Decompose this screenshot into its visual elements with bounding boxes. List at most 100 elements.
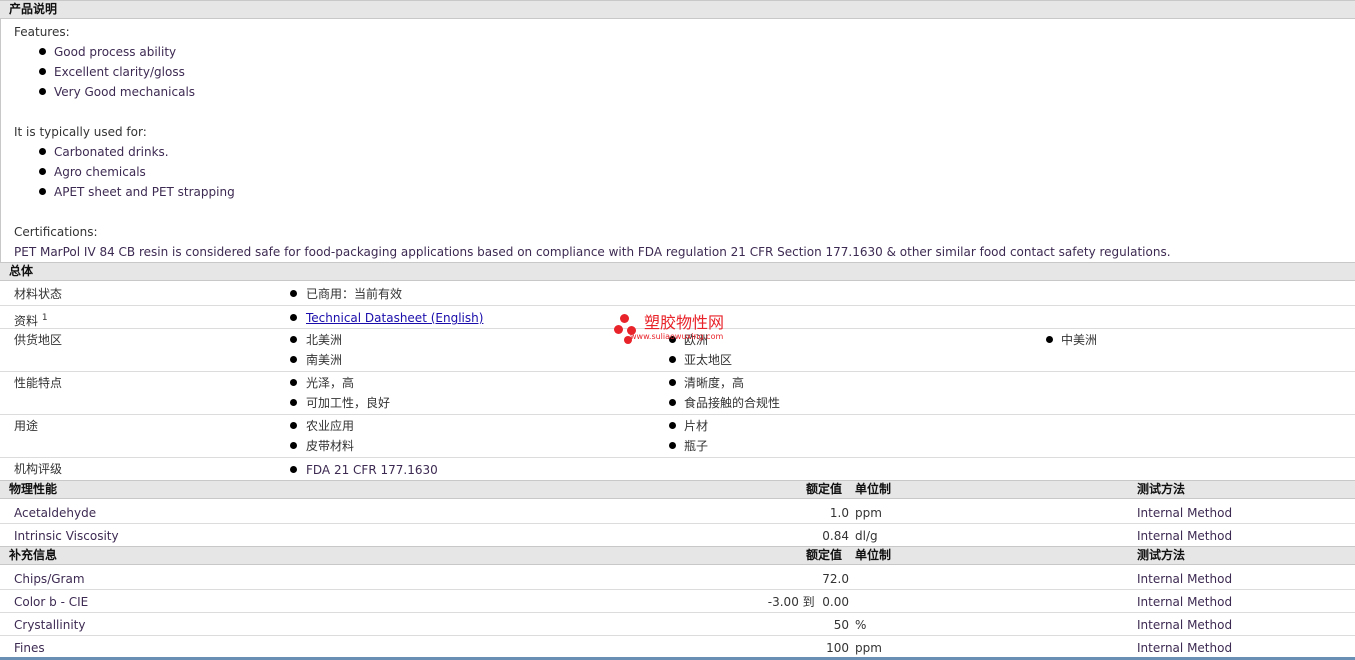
bullet-icon: [39, 148, 46, 155]
bullet-icon: [290, 290, 297, 297]
section-title: 产品说明: [9, 2, 58, 16]
col-unit: 单位制: [855, 548, 892, 562]
region-item: 亚太地区: [684, 353, 733, 367]
material-status-value: 已商用：当前有效: [306, 287, 403, 301]
technical-datasheet-link[interactable]: Technical Datasheet (English): [306, 310, 483, 326]
bullet-icon: [669, 442, 676, 449]
bullet-icon: [1046, 336, 1053, 343]
bullet-icon: [39, 48, 46, 55]
property-method: Internal Method: [1137, 595, 1233, 609]
property-value: -3.00 到 0.00: [767, 595, 849, 609]
region-item: 南美洲: [306, 353, 343, 367]
region-item: 北美洲: [306, 333, 343, 347]
bullet-icon: [669, 399, 676, 406]
property-name: Chips/Gram: [14, 572, 85, 586]
col-unit: 单位制: [855, 482, 892, 496]
bullet-icon: [39, 88, 46, 95]
row-label-features: 性能特点: [14, 376, 63, 390]
bullet-icon: [290, 356, 297, 363]
bullet-icon: [290, 442, 297, 449]
property-value: 0.84: [822, 529, 849, 543]
bullet-icon: [290, 379, 297, 386]
col-method: 测试方法: [1137, 548, 1186, 562]
property-unit: ppm: [855, 506, 882, 520]
col-nominal: 额定值: [806, 482, 843, 496]
bullet-icon: [290, 466, 297, 473]
bullet-icon: [669, 379, 676, 386]
agency-value: FDA 21 CFR 177.1630: [306, 463, 438, 477]
use-item: Carbonated drinks.: [54, 145, 169, 159]
section-title: 补充信息: [9, 548, 58, 562]
property-name: Intrinsic Viscosity: [14, 529, 119, 543]
use-item: Agro chemicals: [54, 165, 146, 179]
row-divider: [0, 457, 1355, 458]
use-value: 片材: [684, 419, 709, 433]
section-header-additional: 补充信息 额定值 单位制 测试方法: [0, 546, 1355, 565]
section-title: 总体: [9, 264, 34, 278]
feature-item: Excellent clarity/gloss: [54, 65, 185, 79]
bullet-icon: [669, 422, 676, 429]
row-divider: [0, 371, 1355, 372]
bullet-icon: [669, 356, 676, 363]
feature-value: 可加工性，良好: [306, 396, 391, 410]
bullet-icon: [290, 314, 297, 321]
watermark-url: www.suliaowuxing.com: [630, 332, 724, 341]
col-nominal: 额定值: [806, 548, 843, 562]
watermark-title: 塑胶物性网: [644, 313, 725, 332]
section-header-physical: 物理性能 额定值 单位制 测试方法: [0, 480, 1355, 499]
row-divider: [0, 414, 1355, 415]
property-value: 50: [833, 618, 849, 632]
row-label-agency: 机构评级: [14, 462, 63, 476]
left-border: [0, 19, 1, 262]
property-unit: ppm: [855, 641, 882, 655]
row-divider: [0, 589, 1355, 590]
property-value: 72.0: [822, 572, 849, 586]
cert-text: PET MarPol IV 84 CB resin is considered …: [14, 245, 1171, 259]
uses-label: It is typically used for:: [14, 125, 147, 139]
feature-value: 清晰度，高: [684, 376, 745, 390]
property-unit: dl/g: [855, 529, 878, 543]
feature-value: 食品接触的合规性: [684, 396, 781, 410]
logo-dot-icon: [614, 325, 623, 334]
logo-dot-icon: [620, 314, 629, 323]
section-title: 物理性能: [9, 482, 58, 496]
row-label-uses: 用途: [14, 419, 39, 433]
property-name: Fines: [14, 641, 45, 655]
row-divider: [0, 523, 1355, 524]
use-item: APET sheet and PET strapping: [54, 185, 235, 199]
row-divider: [0, 305, 1355, 306]
bullet-icon: [290, 399, 297, 406]
cert-label: Certifications:: [14, 225, 98, 239]
section-header-general: 总体: [0, 262, 1355, 281]
property-method: Internal Method: [1137, 506, 1233, 520]
bullet-icon: [39, 188, 46, 195]
feature-value: 光泽，高: [306, 376, 355, 390]
use-value: 农业应用: [306, 419, 355, 433]
row-label-material-status: 材料状态: [14, 287, 63, 301]
use-value: 皮带材料: [306, 439, 355, 453]
bullet-icon: [39, 168, 46, 175]
section-header-product-description: 产品说明: [0, 0, 1355, 19]
row-label-regions: 供货地区: [14, 333, 63, 347]
property-value: 100: [826, 641, 849, 655]
property-method: Internal Method: [1137, 529, 1233, 543]
property-name: Crystallinity: [14, 618, 86, 632]
bullet-icon: [290, 336, 297, 343]
property-method: Internal Method: [1137, 572, 1233, 586]
region-item: 中美洲: [1061, 333, 1098, 347]
col-method: 测试方法: [1137, 482, 1186, 496]
property-name: Color b - CIE: [14, 595, 89, 609]
property-unit: %: [855, 618, 867, 632]
use-value: 瓶子: [684, 439, 709, 453]
property-value: 1.0: [829, 506, 849, 520]
row-label-docs: 资料 1: [14, 313, 48, 328]
row-divider: [0, 635, 1355, 636]
row-divider: [0, 612, 1355, 613]
feature-item: Good process ability: [54, 45, 177, 59]
watermark-logo: 塑胶物性网 www.suliaowuxing.com: [614, 312, 744, 348]
bullet-icon: [290, 422, 297, 429]
feature-item: Very Good mechanicals: [54, 85, 196, 99]
property-method: Internal Method: [1137, 641, 1233, 655]
features-label: Features:: [14, 25, 70, 39]
bullet-icon: [39, 68, 46, 75]
